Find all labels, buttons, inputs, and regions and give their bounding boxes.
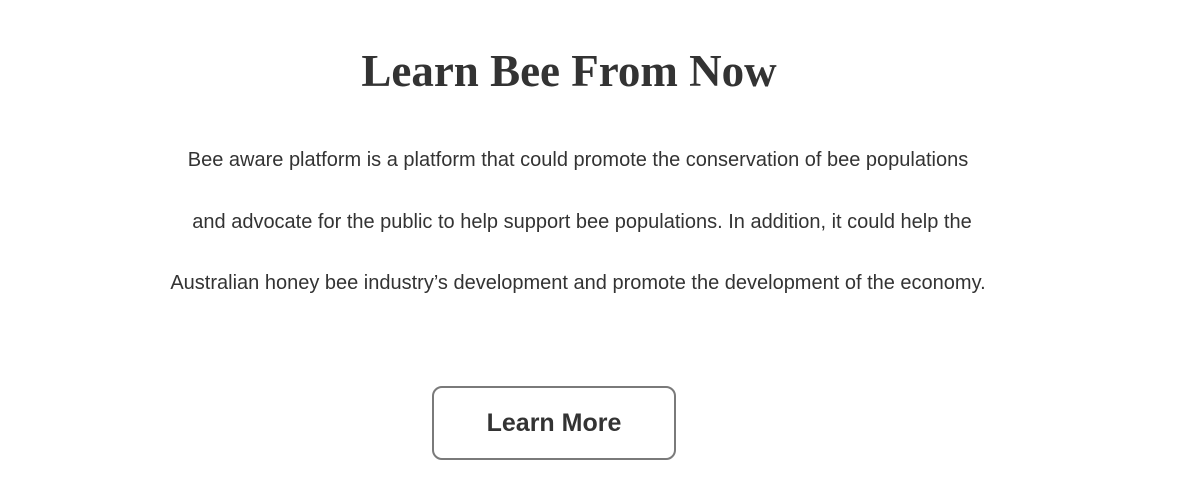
learn-more-button[interactable]: Learn More [432,386,676,460]
description-line-1: Bee aware platform is a platform that co… [187,149,969,171]
learn-bee-section: Learn Bee From Now Bee aware platform is… [0,0,1181,501]
description-line-3: Australian honey bee industry’s developm… [170,272,986,294]
section-title: Learn Bee From Now [361,46,777,96]
learn-more-button-label: Learn More [486,408,622,437]
description-line-2: and advocate for the public to help supp… [192,211,972,233]
